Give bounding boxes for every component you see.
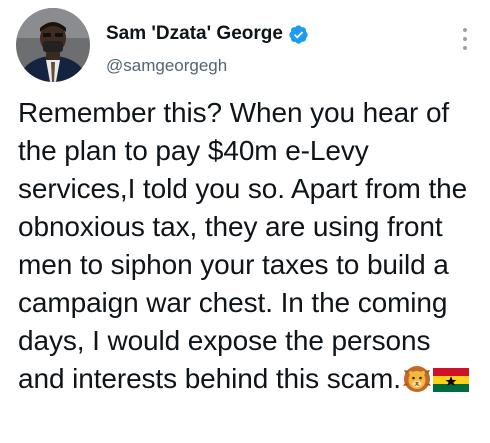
tweet-text: Remember this? When you hear of the plan… [18, 97, 475, 394]
more-dot [463, 37, 467, 41]
more-dot [463, 28, 467, 32]
author-handle[interactable]: @samgeorgegh [106, 56, 309, 76]
author-display-name[interactable]: Sam 'Dzata' George [106, 23, 283, 45]
lion-emoji [402, 365, 431, 403]
tweet-header: Sam 'Dzata' George @samgeorgegh [16, 8, 474, 84]
more-options-icon[interactable] [462, 28, 468, 50]
tweet-body: Remember this? When you hear of the plan… [18, 94, 484, 403]
more-dot [463, 46, 467, 50]
author-info: Sam 'Dzata' George @samgeorgegh [106, 22, 309, 76]
avatar[interactable] [16, 8, 90, 82]
verified-badge-icon [288, 24, 309, 45]
ghana-flag-emoji [432, 365, 469, 403]
